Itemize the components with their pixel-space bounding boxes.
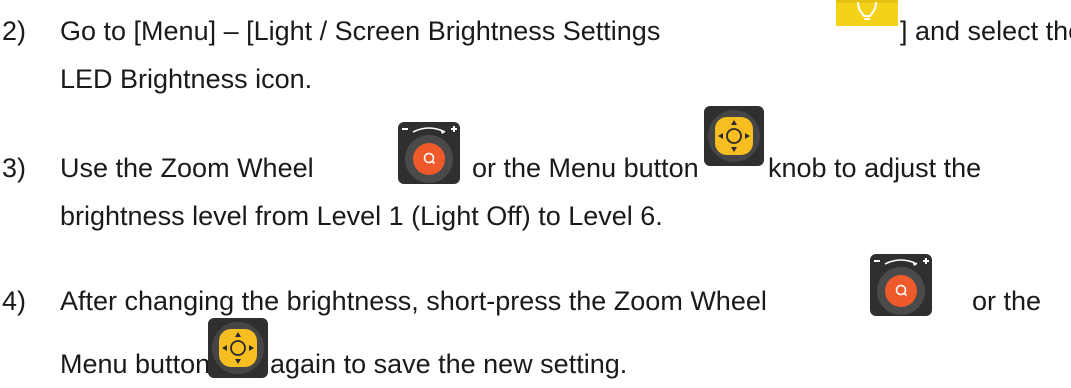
zoom-wheel-icon	[398, 122, 460, 184]
step-text: Menu button	[60, 349, 211, 379]
step-text: Use the Zoom Wheel	[60, 153, 314, 183]
step-text: or the Menu button	[472, 153, 699, 183]
step-text: again to save the new setting.	[270, 349, 628, 379]
step-text: knob to adjust the	[768, 153, 982, 183]
step-number: 2)	[2, 16, 27, 46]
menu-button-icon	[208, 318, 268, 378]
step-text: Go to [Menu] – [Light / Screen Brightnes…	[60, 16, 661, 46]
step-text: ] and select the	[900, 16, 1071, 46]
step-number: 4)	[2, 286, 27, 316]
light-bulb-icon	[836, 0, 898, 26]
step-text: LED Brightness icon.	[60, 64, 313, 94]
step-number: 3)	[2, 153, 27, 183]
step-text: brightness level from Level 1 (Light Off…	[60, 201, 663, 231]
step-text: or the	[972, 286, 1042, 316]
zoom-wheel-icon	[870, 254, 932, 316]
step-text: After changing the brightness, short-pre…	[60, 286, 767, 316]
menu-button-icon	[704, 106, 764, 166]
